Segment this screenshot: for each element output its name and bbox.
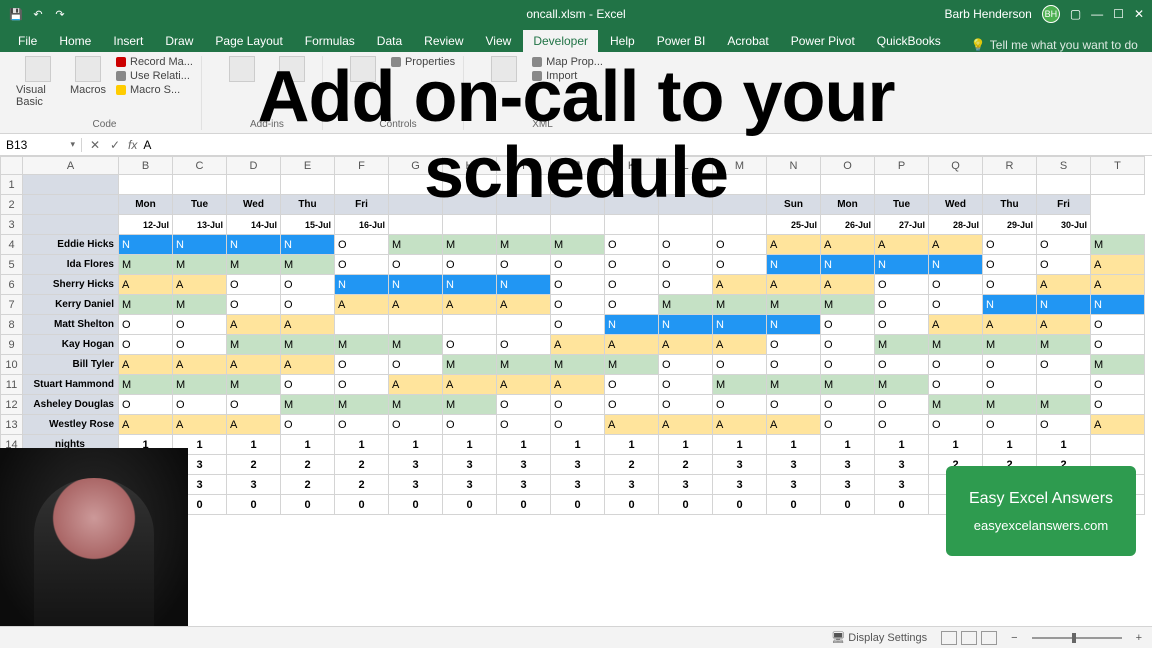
table-row: 13Westley RoseAAAOOOOOOAAAAOOOOOA [1, 415, 1145, 435]
zoom-out-button[interactable]: − [1011, 632, 1017, 644]
lightbulb-icon: 💡 [971, 38, 986, 52]
properties-button[interactable]: Properties [391, 56, 455, 68]
tab-power-bi[interactable]: Power BI [647, 30, 716, 52]
table-row: 6Sherry HicksAAOONNNNOOOAAAOOOAA [1, 275, 1145, 295]
com-addins-button[interactable] [270, 56, 314, 82]
source-button[interactable] [482, 56, 526, 82]
title-bar: 💾 ↶ ↷ oncall.xlsm - Excel Barb Henderson… [0, 0, 1152, 28]
tab-help[interactable]: Help [600, 30, 645, 52]
tab-view[interactable]: View [476, 30, 522, 52]
record-macro-button[interactable]: Record Ma... [116, 56, 193, 68]
user-avatar[interactable]: BH [1042, 5, 1060, 23]
undo-icon[interactable]: ↶ [30, 6, 46, 22]
cancel-formula-icon[interactable]: ✕ [88, 138, 102, 152]
display-settings-button[interactable]: 🖥 Display Settings [831, 631, 927, 644]
brand-badge: Easy Excel Answers easyexcelanswers.com [946, 466, 1136, 556]
table-row: 11Stuart HammondMMMOOAAAAOOMMMMOOO [1, 375, 1145, 395]
window-title: oncall.xlsm - Excel [526, 7, 625, 21]
tab-review[interactable]: Review [414, 30, 473, 52]
ribbon-group-addins: Add-ins [212, 56, 323, 130]
formula-input[interactable]: A [143, 138, 151, 152]
save-icon[interactable]: 💾 [8, 6, 24, 22]
tell-me-search[interactable]: 💡 Tell me what you want to do [971, 38, 1138, 52]
redo-icon[interactable]: ↷ [52, 6, 68, 22]
table-row: 12Asheley DouglasOOOMMMMOOOOOOOOMMMO [1, 395, 1145, 415]
tab-power-pivot[interactable]: Power Pivot [781, 30, 865, 52]
tab-page-layout[interactable]: Page Layout [205, 30, 292, 52]
table-row: 4Eddie HicksNNNNOMMMMOOOAAAAOOM [1, 235, 1145, 255]
tab-developer[interactable]: Developer [523, 30, 598, 52]
map-properties-button[interactable]: Map Prop... [532, 56, 603, 68]
close-icon[interactable]: ✕ [1134, 7, 1144, 21]
user-name: Barb Henderson [944, 7, 1031, 21]
ribbon-group-code: Visual Basic Macros Record Ma... Use Rel… [8, 56, 202, 130]
table-row: 5Ida FloresMMMMOOOOOOOONNNNOOA [1, 255, 1145, 275]
use-relative-button[interactable]: Use Relati... [116, 70, 193, 82]
tab-formulas[interactable]: Formulas [295, 30, 365, 52]
ribbon-group-controls: Properties Controls [333, 56, 464, 130]
insert-control-button[interactable] [341, 56, 385, 82]
zoom-slider[interactable] [1032, 637, 1122, 639]
maximize-icon[interactable]: ☐ [1113, 7, 1124, 21]
tab-draw[interactable]: Draw [155, 30, 203, 52]
name-box[interactable]: B13▾ [0, 138, 82, 152]
import-button[interactable]: Import [532, 70, 603, 82]
macro-security-button[interactable]: Macro S... [116, 84, 193, 96]
tab-data[interactable]: Data [367, 30, 412, 52]
addins-button[interactable] [220, 56, 264, 82]
macros-button[interactable]: Macros [66, 56, 110, 96]
presenter-photo [0, 448, 188, 638]
table-row: 9Kay HoganOOMMMMOOAAAAOOMMMMO [1, 335, 1145, 355]
fx-icon[interactable]: fx [128, 138, 137, 152]
enter-formula-icon[interactable]: ✓ [108, 138, 122, 152]
view-switcher[interactable] [941, 631, 997, 645]
formula-bar: B13▾ ✕ ✓ fx A [0, 134, 1152, 156]
ribbon-group-xml: Map Prop... Import XML [474, 56, 611, 130]
table-row: 7Kerry DanielMMOOAAAAOOMMMMOONNN [1, 295, 1145, 315]
status-bar: 🖥 Display Settings − + [0, 626, 1152, 648]
tab-file[interactable]: File [8, 30, 47, 52]
zoom-in-button[interactable]: + [1136, 632, 1142, 644]
tab-quickbooks[interactable]: QuickBooks [867, 30, 951, 52]
ribbon: Visual Basic Macros Record Ma... Use Rel… [0, 52, 1152, 134]
minimize-icon[interactable]: — [1091, 7, 1103, 21]
tab-acrobat[interactable]: Acrobat [717, 30, 778, 52]
table-row: 8Matt SheltonOOAAONNNNOOAAAO [1, 315, 1145, 335]
table-row: 10Bill TylerAAAAOOMMMMOOOOOOOOM [1, 355, 1145, 375]
ribbon-options-icon[interactable]: ▢ [1070, 7, 1081, 21]
ribbon-tabs: FileHomeInsertDrawPage LayoutFormulasDat… [0, 28, 1152, 52]
column-headers: ABCDEFGHIJKLMNOPQRST [1, 157, 1145, 175]
visual-basic-button[interactable]: Visual Basic [16, 56, 60, 108]
tab-home[interactable]: Home [49, 30, 101, 52]
tab-insert[interactable]: Insert [103, 30, 153, 52]
